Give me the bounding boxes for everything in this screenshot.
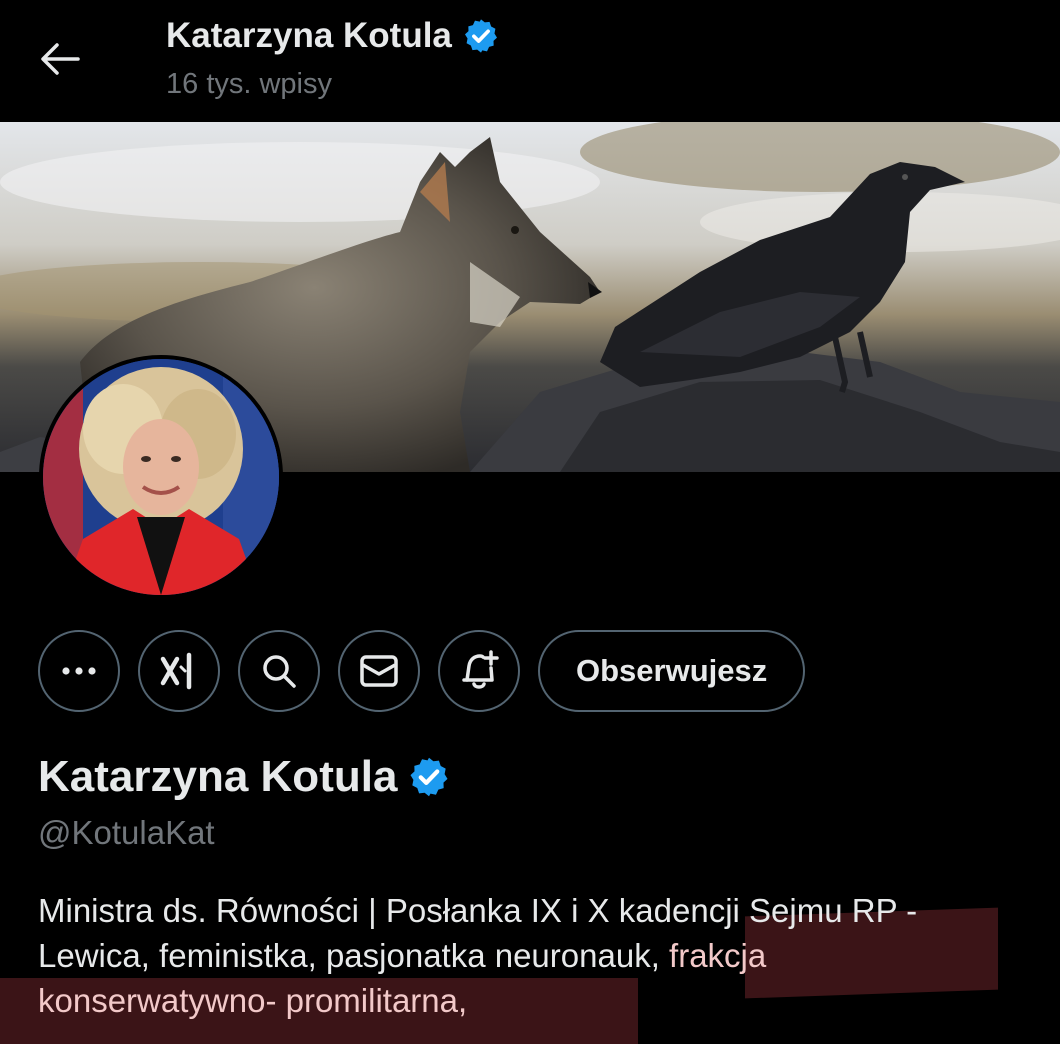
- profile-avatar[interactable]: [39, 355, 283, 599]
- message-button[interactable]: [338, 630, 420, 712]
- bell-plus-icon: [462, 650, 499, 689]
- grok-icon: [160, 652, 192, 690]
- bio-line: Ministra ds. Równości | Posłanka IX i X …: [38, 892, 918, 929]
- profile-name: Katarzyna Kotula: [38, 752, 451, 802]
- verified-badge-icon: [464, 19, 497, 53]
- following-button[interactable]: Obserwujesz: [538, 630, 806, 712]
- bio-highlighted-line: konserwatywno- promilitarna,: [38, 982, 468, 1019]
- search-icon: [263, 655, 296, 688]
- search-button[interactable]: [238, 630, 320, 712]
- verified-badge-icon: [410, 757, 448, 797]
- profile-bio: Ministra ds. Równości | Posłanka IX i X …: [38, 888, 1028, 1023]
- post-count: 16 tys. wpisy: [166, 68, 332, 100]
- bio-line: Lewica, feministka, pasjonatka neuronauk…: [38, 933, 1028, 978]
- bio-line-text: Lewica, feministka, pasjonatka neuronauk…: [38, 937, 660, 974]
- bio-highlighted-text: frakcja: [669, 937, 767, 974]
- header-title: Katarzyna Kotula: [166, 16, 500, 56]
- more-button[interactable]: [38, 630, 120, 712]
- profile-name-text: Katarzyna Kotula: [38, 752, 398, 801]
- back-arrow-icon: [41, 43, 80, 75]
- grok-button[interactable]: [138, 630, 220, 712]
- notifications-button[interactable]: [438, 630, 520, 712]
- top-bar: Katarzyna Kotula 16 tys. wpisy: [0, 0, 1060, 120]
- profile-handle: @KotulaKat: [38, 814, 215, 851]
- more-icon: [62, 667, 96, 675]
- header-title-text: Katarzyna Kotula: [166, 16, 452, 55]
- back-button[interactable]: [36, 38, 84, 80]
- envelope-icon: [360, 655, 398, 687]
- profile-actions: Obserwujesz: [38, 630, 806, 712]
- avatar-photo: [43, 359, 279, 595]
